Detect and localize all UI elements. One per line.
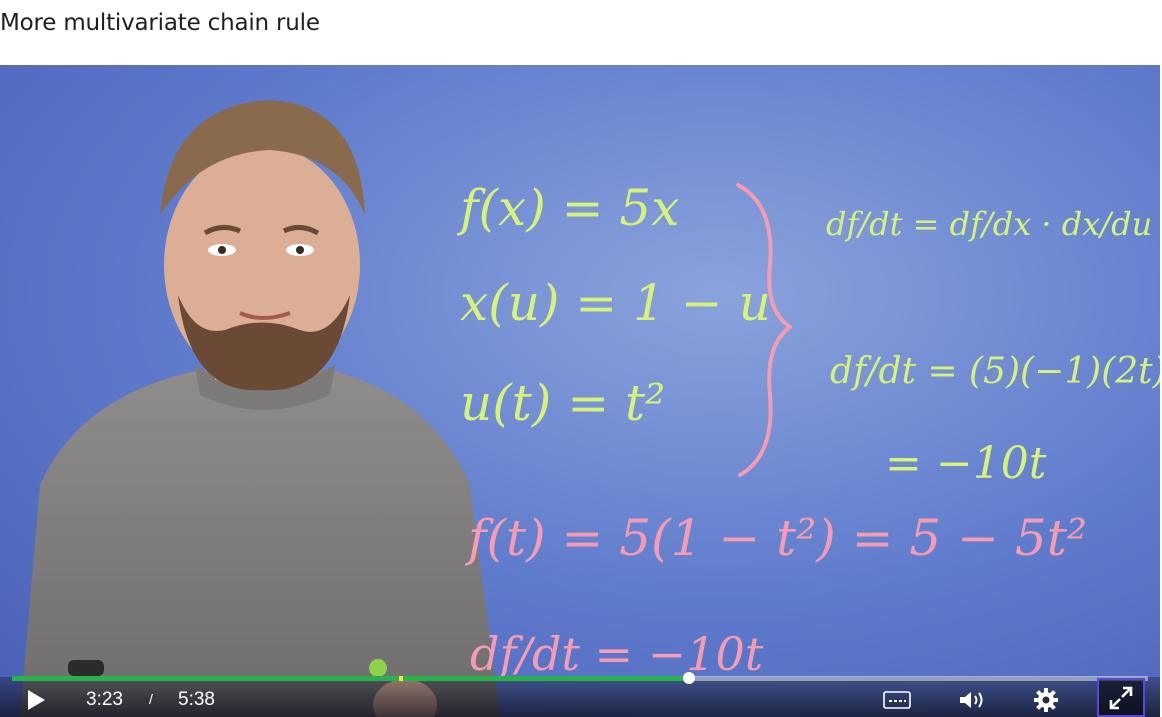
captions-button[interactable]: [880, 688, 914, 712]
video-player[interactable]: f(x) = 5x x(u) = 1 − u u(t) = t² df/dt =…: [0, 65, 1160, 717]
play-icon: [28, 690, 45, 710]
play-button[interactable]: [22, 686, 50, 714]
board-line-right-1: df/dt = df/dx · dx/du · du/dt: [826, 205, 1160, 243]
progress-marker: [399, 676, 404, 681]
board-line-right-2: df/dt = (5)(−1)(2t): [830, 351, 1160, 392]
gear-icon: [1034, 688, 1058, 712]
board-line-right-3: = −10t: [885, 438, 1047, 489]
page-title: More multivariate chain rule: [0, 10, 320, 36]
volume-icon: [960, 692, 983, 708]
board-line-left-2: x(u) = 1 − u: [460, 274, 771, 332]
board-line-left-1: f(x) = 5x: [456, 179, 679, 237]
fullscreen-button[interactable]: [1097, 678, 1145, 717]
progress-played: [12, 676, 690, 681]
current-time: 3:23: [86, 689, 123, 710]
volume-button[interactable]: [955, 686, 989, 714]
progress-handle[interactable]: [683, 672, 696, 684]
fullscreen-icon: [1109, 686, 1133, 709]
board-line-bottom-2: df/dt = −10t: [470, 627, 764, 681]
duration: 5:38: [178, 689, 215, 710]
progress-bar[interactable]: [12, 672, 1148, 684]
captions-icon: [883, 691, 911, 709]
board-line-bottom-1: f(t) = 5(1 − t²) = 5 − 5t²: [464, 509, 1087, 567]
settings-button[interactable]: [1032, 686, 1060, 714]
board-line-left-3: u(t) = t²: [460, 374, 665, 432]
video-frame: f(x) = 5x x(u) = 1 − u u(t) = t² df/dt =…: [0, 65, 1160, 717]
time-separator: /: [149, 691, 153, 707]
